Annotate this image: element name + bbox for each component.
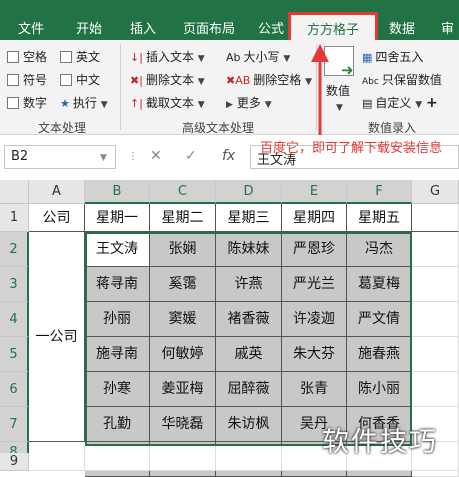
checkbox-number[interactable]: 数字 [7, 94, 47, 111]
cancel-icon[interactable]: ✕ [150, 148, 162, 164]
column-header-C[interactable]: C [150, 180, 216, 204]
delete-text-icon: ✖| [130, 74, 143, 87]
weekday-header[interactable]: 星期三 [216, 204, 282, 232]
column-header-E[interactable]: E [282, 180, 347, 204]
custom-icon: ▤ [362, 97, 373, 110]
checkbox-icon [60, 51, 72, 63]
weekday-header[interactable]: 星期二 [150, 204, 216, 232]
tab-file[interactable]: 文件 [18, 18, 44, 37]
cell-empty[interactable] [412, 204, 459, 232]
dropdown-arrow-icon: ▼ [283, 54, 291, 64]
checkbox-english[interactable]: 英文 [60, 48, 100, 65]
checkbox-space[interactable]: 空格 [7, 48, 47, 65]
round-button[interactable]: ▦ 四舍五入 [362, 48, 423, 65]
cell-empty[interactable] [412, 267, 459, 302]
cell-empty[interactable] [412, 337, 459, 372]
confirm-icon[interactable]: ✓ [185, 148, 197, 164]
dropdown-arrow-icon: ▶ [226, 100, 233, 110]
cell-company-header[interactable]: 公司 [29, 204, 85, 232]
vertical-dots-icon: ⋮ [128, 151, 138, 162]
custom-button[interactable]: ▤ 自定义 ▼ + [362, 94, 438, 111]
weekday-header[interactable]: 星期四 [282, 204, 347, 232]
weekday-header[interactable]: 星期一 [85, 204, 150, 232]
checkbox-symbol[interactable]: 符号 [7, 71, 47, 88]
watermark: 软件技巧 [322, 427, 438, 458]
delete-text-button[interactable]: ✖| 删除文本 ▼ [130, 71, 205, 88]
divider [120, 44, 121, 130]
cell-empty[interactable] [216, 446, 282, 471]
selection-range [85, 232, 412, 446]
dropdown-arrow-icon: ▼ [197, 77, 205, 87]
checkbox-icon [7, 97, 19, 109]
insert-text-button[interactable]: ↓| 插入文本 ▼ [130, 48, 205, 65]
tab-insert[interactable]: 插入 [130, 18, 156, 37]
checkbox-icon [60, 74, 72, 86]
group-label-advanced: 高级文本处理 [182, 121, 255, 135]
tab-formulas[interactable]: 公式 [258, 18, 284, 37]
row-header-6[interactable]: 6 [0, 372, 29, 407]
row-header-3[interactable]: 3 [0, 267, 29, 302]
delete-space-icon: ✖AB [226, 74, 251, 87]
extract-text-icon: ↑| [130, 97, 143, 110]
more-button[interactable]: ▶ 更多 ▼ [226, 94, 272, 111]
column-header-A[interactable]: A [29, 180, 85, 204]
row-header-9[interactable]: 9 [0, 453, 29, 471]
cell-empty[interactable] [85, 446, 150, 471]
cell-empty[interactable] [412, 302, 459, 337]
cell-empty[interactable] [412, 372, 459, 407]
row-header-5[interactable]: 5 [0, 337, 29, 372]
column-header-B[interactable]: B [85, 180, 150, 204]
tab-home[interactable]: 开始 [76, 18, 102, 37]
star-icon: ★ [60, 97, 70, 110]
dropdown-arrow-icon: ▼ [264, 100, 272, 110]
checkbox-chinese[interactable]: 中文 [60, 71, 100, 88]
row-header-4[interactable]: 4 [0, 302, 29, 337]
checkbox-icon [7, 51, 19, 63]
column-header-F[interactable]: F [347, 180, 412, 204]
ribbon-panel: 空格 英文 符号 中文 数字 ★ 执行 ▼ 文本处理 ↓| 插入文本 ▼ ✖| 删除文… [0, 40, 459, 135]
annotation-text: 百度它，即可了解下载安装信息 [260, 141, 443, 156]
case-button[interactable]: Ab 大小写 ▼ [226, 48, 290, 65]
cell-empty[interactable] [29, 446, 85, 471]
tab-page-layout[interactable]: 页面布局 [183, 18, 235, 37]
case-icon: Ab [226, 51, 241, 64]
tab-fangfang-gezi[interactable]: 方方格子 [288, 12, 379, 40]
plus-icon: + [426, 95, 438, 111]
dropdown-arrow-icon: ▼ [197, 100, 205, 110]
dropdown-arrow-icon: ▼ [100, 100, 108, 110]
group-label-value: 数值录入 [368, 121, 417, 135]
round-icon: ▦ [362, 51, 373, 64]
row-header-7[interactable]: 7 [0, 407, 29, 442]
abc-icon: Abc [362, 77, 379, 87]
weekday-header[interactable]: 星期五 [347, 204, 412, 232]
namebox-dropdown-icon[interactable]: ▼ [100, 153, 107, 163]
cell-company[interactable]: 一公司 [29, 232, 85, 442]
extract-text-button[interactable]: ↑| 截取文本 ▼ [130, 94, 205, 111]
column-header-G[interactable]: G [412, 180, 459, 204]
dropdown-arrow-icon: ▼ [415, 100, 423, 110]
arrow-icon: ➜ [341, 61, 354, 79]
execute-button[interactable]: ★ 执行 ▼ [60, 94, 108, 111]
tab-data[interactable]: 数据 [389, 18, 415, 37]
insert-text-icon: ↓| [130, 51, 143, 64]
ribbon-tab-bar: 文件 开始 插入 页面布局 公式 方方格子 数据 审阅 [0, 0, 459, 56]
function-icon[interactable]: fx [222, 148, 235, 164]
keep-value-button[interactable]: Abc 只保留数值 [362, 71, 442, 88]
group-label-text: 文本处理 [38, 121, 87, 135]
row-header-2[interactable]: 2 [0, 232, 29, 267]
cell-empty[interactable] [412, 232, 459, 267]
select-all-corner[interactable] [0, 180, 29, 204]
column-header-D[interactable]: D [216, 180, 282, 204]
dropdown-arrow-icon: ▼ [197, 54, 205, 64]
row-header-1[interactable]: 1 [0, 204, 29, 232]
cell-empty[interactable] [150, 446, 216, 471]
checkbox-icon [7, 74, 19, 86]
